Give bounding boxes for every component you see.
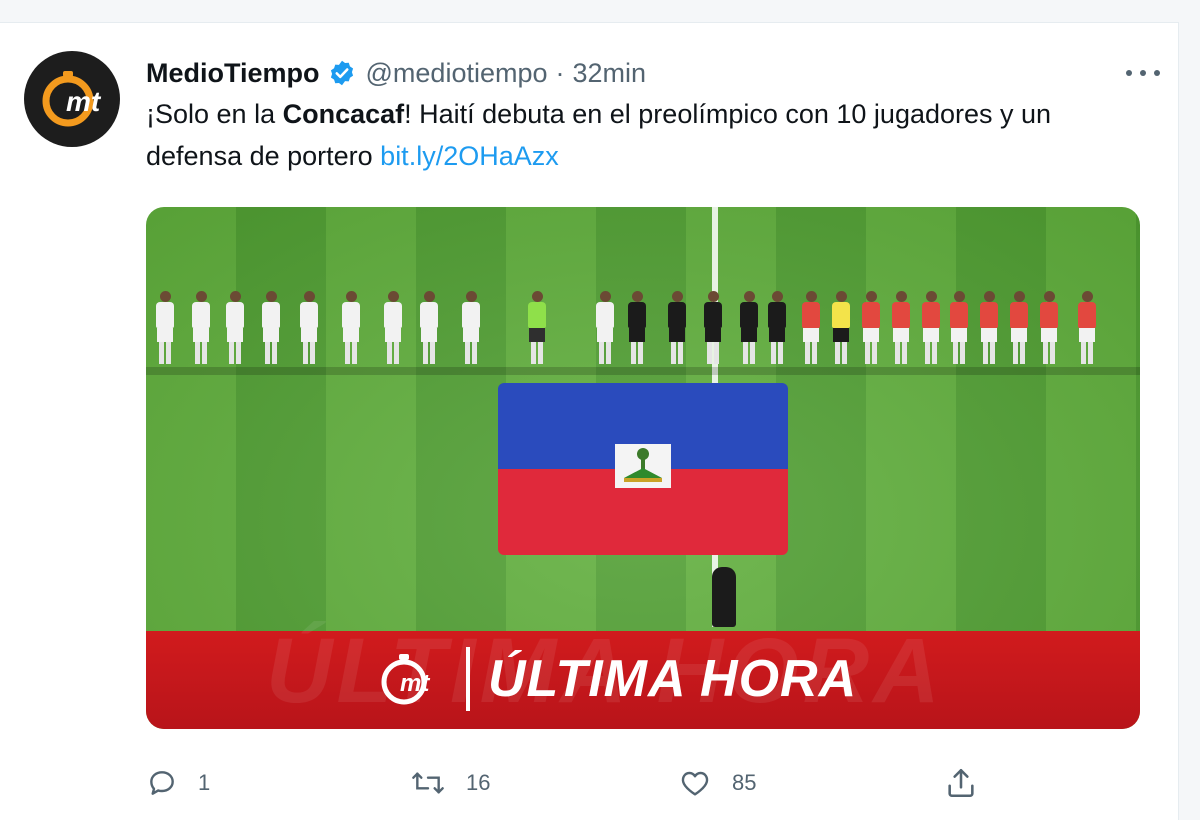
author-name[interactable]: MedioTiempo xyxy=(146,58,320,89)
referee-figure xyxy=(712,567,736,627)
coat-of-arms-icon xyxy=(615,444,671,488)
header-separator: · xyxy=(555,57,565,88)
player-figure xyxy=(766,291,788,367)
player-figure xyxy=(738,291,760,367)
tweet-timestamp[interactable]: 32min xyxy=(573,58,647,89)
banner-title: ÚLTIMA HORA xyxy=(488,650,858,708)
player-figure xyxy=(626,291,648,367)
player-figure xyxy=(830,291,852,367)
tweet-header: MedioTiempo @mediotiempo · 32min xyxy=(146,55,1138,91)
players-lineup xyxy=(146,291,1140,381)
player-figure xyxy=(1038,291,1060,367)
player-figure xyxy=(978,291,1000,367)
banner-logo-icon: mt xyxy=(378,651,436,709)
share-button[interactable] xyxy=(944,763,998,803)
banner-logo-text: mt xyxy=(400,670,430,697)
player-figure xyxy=(154,291,176,367)
tweet-media-image[interactable]: ÚLTIMA HORA mt ÚLTIMA HORA xyxy=(146,207,1140,729)
more-options-icon[interactable] xyxy=(1126,65,1160,81)
banner-separator xyxy=(466,647,470,711)
player-figure xyxy=(860,291,882,367)
like-icon xyxy=(681,771,709,796)
retweet-count: 16 xyxy=(466,770,491,795)
haiti-flag xyxy=(498,383,788,555)
author-avatar[interactable]: mt xyxy=(24,51,120,147)
player-figure xyxy=(702,291,724,367)
player-figure xyxy=(890,291,912,367)
mediotiempo-logo-icon: mt xyxy=(42,71,102,127)
player-figure xyxy=(1076,291,1098,367)
player-figure xyxy=(666,291,688,367)
reply-button[interactable]: 1 xyxy=(146,763,210,803)
player-figure xyxy=(1008,291,1030,367)
tweet-link[interactable]: bit.ly/2OHaAzx xyxy=(380,141,559,171)
player-figure xyxy=(382,291,404,367)
player-figure xyxy=(340,291,362,367)
share-icon xyxy=(948,768,974,798)
reply-count: 1 xyxy=(198,770,211,795)
verified-badge-icon xyxy=(328,59,356,87)
player-figure xyxy=(298,291,320,367)
player-figure xyxy=(260,291,282,367)
player-figure xyxy=(800,291,822,367)
tweet-actions: 1 16 85 xyxy=(146,763,996,803)
player-figure xyxy=(460,291,482,367)
player-figure xyxy=(920,291,942,367)
tweet-card[interactable]: mt MedioTiempo @mediotiempo · 32min ¡Sol… xyxy=(0,22,1179,820)
avatar-logo-text: mt xyxy=(66,86,102,117)
breaking-news-banner: ÚLTIMA HORA mt ÚLTIMA HORA xyxy=(146,620,1140,729)
like-button[interactable]: 85 xyxy=(678,763,756,803)
player-figure xyxy=(594,291,616,367)
player-figure xyxy=(948,291,970,367)
author-handle[interactable]: @mediotiempo xyxy=(366,58,548,89)
like-count: 85 xyxy=(732,770,757,795)
retweet-button[interactable]: 16 xyxy=(410,763,490,803)
retweet-icon xyxy=(412,772,444,794)
tweet-text: ¡Solo en la Concacaf! Haití debuta en el… xyxy=(146,93,1146,177)
player-figure xyxy=(418,291,440,367)
player-figure xyxy=(526,291,548,367)
player-figure xyxy=(224,291,246,367)
tweet-text-part-1: ¡Solo en la xyxy=(146,99,283,129)
reply-icon xyxy=(150,771,174,795)
tweet-text-bold: Concacaf xyxy=(282,99,405,129)
player-figure xyxy=(190,291,212,367)
